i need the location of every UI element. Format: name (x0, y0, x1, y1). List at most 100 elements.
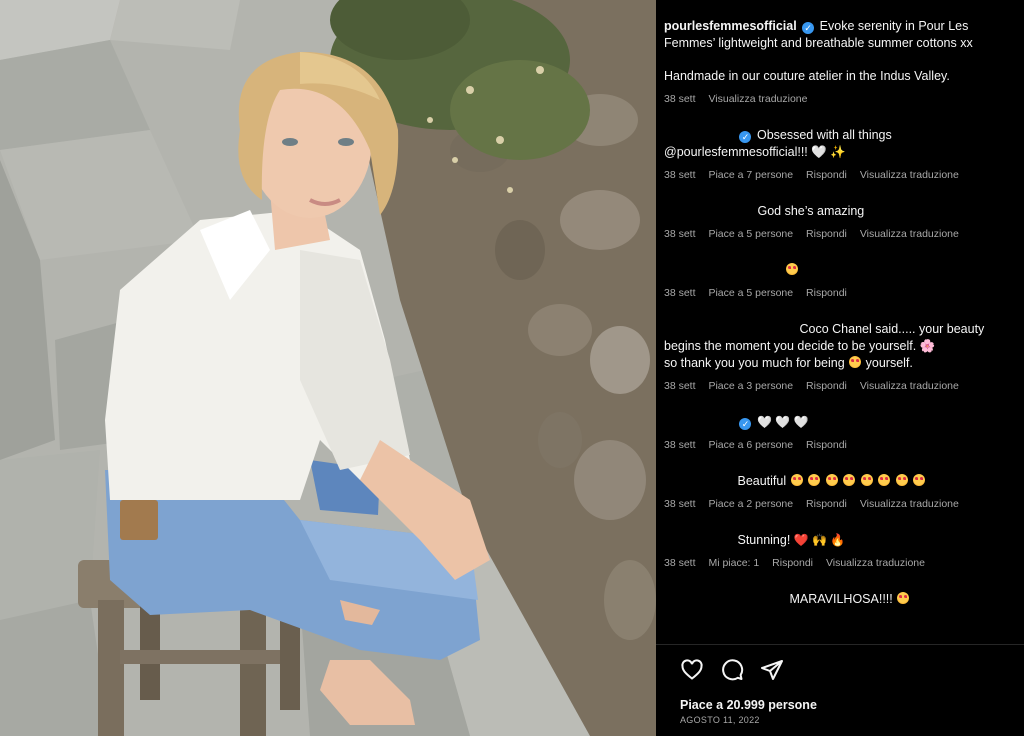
comment-mention[interactable]: @pourlesfemmesofficial!!! (664, 145, 808, 159)
comment-age: 38 sett (664, 439, 696, 451)
comment-likes-link[interactable]: Piace a 2 persone (708, 498, 793, 510)
caption-age: 38 sett (664, 93, 696, 105)
comment-text: MARAVILHOSA!!!! (664, 591, 1016, 608)
comment-text: ✓ Obsessed with all things @pourlesfemme… (664, 127, 1016, 161)
comment-reply-button[interactable]: Rispondi (806, 498, 847, 510)
caption-paragraph: Handmade in our couture atelier in the I… (664, 69, 950, 83)
comment-text-line: so thank you you much for being (664, 356, 845, 370)
comment-likes-link[interactable]: Piace a 6 persone (708, 439, 793, 451)
heart-eyes-emoji-icon (825, 474, 838, 486)
comment-age: 38 sett (664, 380, 696, 392)
comment-text-line: begins the moment you decide to be yours… (664, 339, 936, 353)
verified-badge-icon: ✓ (739, 418, 752, 430)
verified-badge-icon: ✓ (802, 22, 815, 34)
heart-eyes-emoji-icon (808, 474, 821, 486)
comment-meta: 38 sett Piace a 2 persone Rispondi Visua… (664, 498, 1016, 510)
post-caption: pourlesfemmesofficial ✓ Evoke serenity i… (664, 18, 1016, 85)
comment-likes-link[interactable]: Piace a 7 persone (708, 169, 793, 181)
comment-age: 38 sett (664, 557, 696, 569)
comment-meta: 38 sett Piace a 6 persone Rispondi (664, 439, 1016, 451)
comment-reply-button[interactable]: Rispondi (806, 380, 847, 392)
comment-text-line: Beautiful (737, 474, 787, 488)
comment-username-hidden[interactable] (664, 264, 782, 274)
comment-text-line: God she’s amazing (757, 204, 865, 218)
heart-eyes-emoji-icon (895, 474, 908, 486)
comment-text-line: Obsessed with all things (756, 128, 892, 142)
comment-reply-button[interactable]: Rispondi (806, 287, 847, 299)
comment-text (664, 262, 1016, 279)
comment-text-line: Stunning! (737, 533, 791, 547)
comment-username-hidden[interactable] (664, 416, 734, 426)
comment-meta: 38 sett Piace a 7 persone Rispondi Visua… (664, 169, 1016, 181)
comment-translate-link[interactable]: Visualizza traduzione (860, 228, 959, 240)
comment-meta: 38 sett Piace a 5 persone Rispondi (664, 287, 1016, 299)
comment-item: MARAVILHOSA!!!! (664, 591, 1016, 608)
post-username[interactable]: pourlesfemmesofficial (664, 19, 797, 33)
comment-text: Stunning! ❤️ 🙌 🔥 (664, 532, 1016, 549)
comment-translate-link[interactable]: Visualizza traduzione (860, 380, 959, 392)
comment-reply-button[interactable]: Rispondi (772, 557, 813, 569)
comment-item: Beautiful 38 sett Piace a 2 persone Risp… (664, 473, 1016, 510)
comment-text: ✓ 🤍 🤍 🤍 (664, 414, 1016, 431)
comment-reply-button[interactable]: Rispondi (806, 169, 847, 181)
comment-username-hidden[interactable] (664, 205, 754, 215)
comments-panel: pourlesfemmesofficial ✓ Evoke serenity i… (656, 0, 1024, 736)
heart-eyes-emoji-icon (843, 474, 856, 486)
comment-meta: 38 sett Piace a 3 persone Rispondi Visua… (664, 380, 1016, 392)
comment-text-line: MARAVILHOSA!!!! (789, 592, 893, 606)
panel-divider (656, 644, 1024, 645)
comment-age: 38 sett (664, 287, 696, 299)
comment-likes-link[interactable]: Mi piace: 1 (708, 557, 759, 569)
comment-emoji: ❤️ 🙌 🔥 (793, 533, 846, 547)
comment-username-hidden[interactable] (664, 129, 734, 139)
comment-item: Coco Chanel said..... your beauty begins… (664, 321, 1016, 392)
comment-translate-link[interactable]: Visualizza traduzione (860, 498, 959, 510)
heart-eyes-emoji-icon (860, 474, 873, 486)
caption-meta: 38 sett Visualizza traduzione (664, 93, 1016, 105)
heart-eyes-emoji-icon (786, 263, 799, 275)
comment-reply-button[interactable]: Rispondi (806, 228, 847, 240)
comment-item: ✓ 🤍 🤍 🤍 38 sett Piace a 6 persone Rispon… (664, 414, 1016, 451)
post-date: AGOSTO 11, 2022 (680, 715, 760, 725)
kiss-emoji-icon (849, 356, 862, 368)
comment-meta: 38 sett Piace a 5 persone Rispondi Visua… (664, 228, 1016, 240)
heart-eyes-emoji-icon (878, 474, 891, 486)
comment-text-line: 🤍 🤍 🤍 (756, 415, 809, 429)
comment-icon[interactable] (720, 658, 744, 682)
comments-scroll[interactable]: pourlesfemmesofficial ✓ Evoke serenity i… (656, 0, 1024, 644)
photo-illustration (0, 0, 656, 736)
comment-text: Beautiful (664, 473, 1016, 490)
comment-likes-link[interactable]: Piace a 3 persone (708, 380, 793, 392)
caption-translate-link[interactable]: Visualizza traduzione (708, 93, 807, 105)
comment-likes-link[interactable]: Piace a 5 persone (708, 287, 793, 299)
heart-eyes-emoji-icon (913, 474, 926, 486)
comment-age: 38 sett (664, 498, 696, 510)
comment-likes-link[interactable]: Piace a 5 persone (708, 228, 793, 240)
comment-text: God she’s amazing (664, 203, 1016, 220)
comment-text: Coco Chanel said..... your beauty begins… (664, 321, 1016, 372)
comment-username-hidden[interactable] (664, 323, 796, 333)
comment-username-hidden[interactable] (664, 475, 734, 485)
comment-text-line: yourself. (865, 356, 913, 370)
heart-eyes-emoji-icon (897, 592, 910, 604)
post-actions (680, 658, 784, 682)
comment-age: 38 sett (664, 169, 696, 181)
comment-item: God she’s amazing 38 sett Piace a 5 pers… (664, 203, 1016, 240)
comment-text-line: Coco Chanel said..... your beauty (799, 322, 985, 336)
heart-eyes-emoji-icon (790, 474, 803, 486)
comment-username-hidden[interactable] (664, 593, 786, 603)
comment-meta: 38 sett Mi piace: 1 Rispondi Visualizza … (664, 557, 1016, 569)
comment-item: 38 sett Piace a 5 persone Rispondi (664, 262, 1016, 299)
share-icon[interactable] (760, 658, 784, 682)
comment-translate-link[interactable]: Visualizza traduzione (826, 557, 925, 569)
comment-item: ✓ Obsessed with all things @pourlesfemme… (664, 127, 1016, 181)
comment-reply-button[interactable]: Rispondi (806, 439, 847, 451)
verified-badge-icon: ✓ (739, 131, 752, 143)
comment-age: 38 sett (664, 228, 696, 240)
heart-icon[interactable] (680, 658, 704, 682)
comment-username-hidden[interactable] (664, 534, 734, 544)
post-likes-count[interactable]: Piace a 20.999 persone (680, 698, 817, 712)
comment-translate-link[interactable]: Visualizza traduzione (860, 169, 959, 181)
comment-item: Stunning! ❤️ 🙌 🔥 38 sett Mi piace: 1 Ris… (664, 532, 1016, 569)
post-photo (0, 0, 656, 736)
